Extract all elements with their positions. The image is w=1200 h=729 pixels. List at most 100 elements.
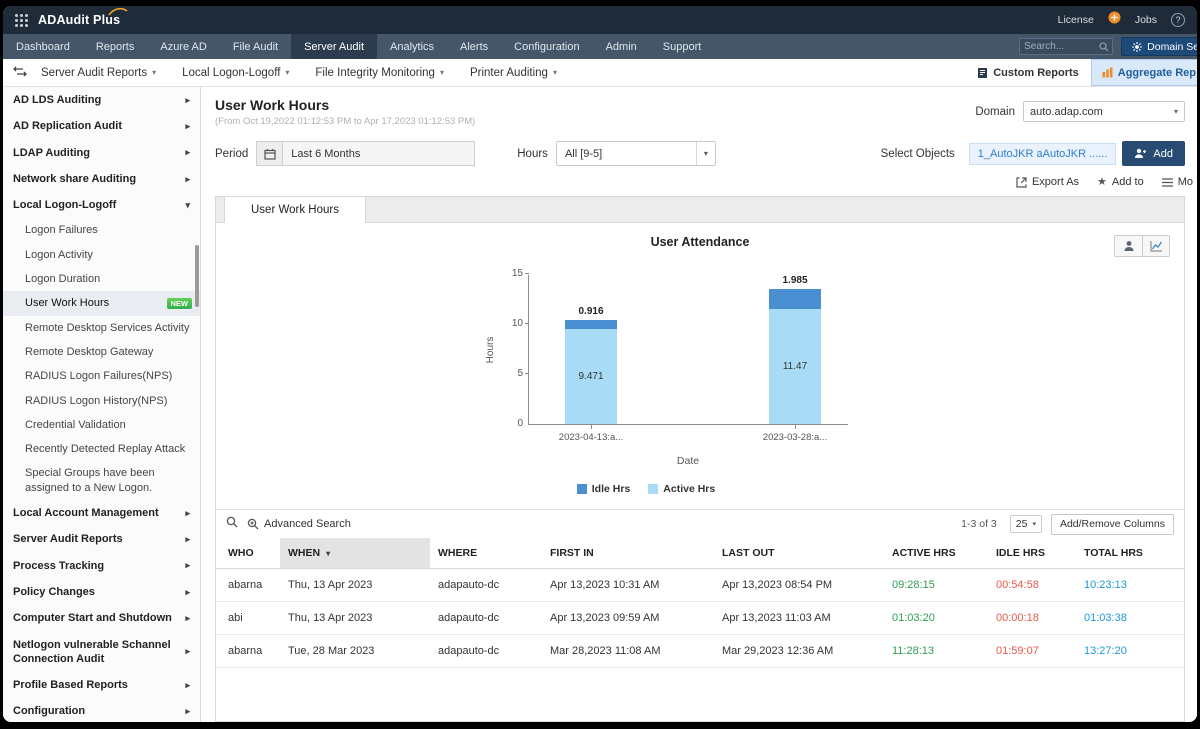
nav-tab-reports[interactable]: Reports <box>83 34 148 59</box>
app-logo[interactable]: ADAudit Plus <box>38 7 128 27</box>
add-button[interactable]: Add <box>1122 141 1185 166</box>
export-as-button[interactable]: Export As <box>1016 176 1079 188</box>
custom-reports-button[interactable]: Custom Reports <box>977 67 1079 79</box>
sidebar-item-label: Logon Activity <box>25 248 93 261</box>
report-date-range: (From Oct 19,2022 01:12:53 PM to Apr 17,… <box>215 116 476 127</box>
search-input[interactable] <box>1020 41 1095 52</box>
sidebar-item-configuration[interactable]: Configuration ▸ <box>3 698 200 722</box>
calendar-button[interactable] <box>256 141 284 166</box>
sort-icon: ▾ <box>326 549 331 558</box>
domain-settings-button[interactable]: Domain Set <box>1121 37 1197 56</box>
bar-2023-03-28-a[interactable]: 1.985 11.47 <box>769 275 821 424</box>
sidebar-item-server-audit-reports[interactable]: Server Audit Reports ▸ <box>3 526 200 552</box>
nav-tab-server-audit[interactable]: Server Audit <box>291 34 377 59</box>
add-to-button[interactable]: ★ Add to <box>1097 176 1144 188</box>
nav-tab-configuration[interactable]: Configuration <box>501 34 592 59</box>
column-header-where[interactable]: WHERE <box>430 538 542 569</box>
period-input[interactable]: Last 6 Months <box>283 141 476 166</box>
aggregate-reports-button[interactable]: Aggregate Rep <box>1090 59 1197 86</box>
tab-user-work-hours[interactable]: User Work Hours <box>224 197 366 223</box>
sidebar-item-ldap-auditing[interactable]: LDAP Auditing ▸ <box>3 140 200 166</box>
sidebar-item-recently-detected-replay-attack[interactable]: Recently Detected Replay Attack <box>3 437 200 461</box>
table-cell: abarna <box>216 568 280 602</box>
person-icon <box>1124 241 1133 251</box>
sidebar-item-local-account-management[interactable]: Local Account Management ▸ <box>3 500 200 526</box>
hours-select[interactable]: All [9-5] ▾ <box>555 141 716 166</box>
sidebar-item-ad-replication-audit[interactable]: AD Replication Audit ▸ <box>3 113 200 139</box>
column-header-label: WHERE <box>438 547 478 559</box>
advanced-search-button[interactable]: Advanced Search <box>247 518 351 530</box>
sidebar-item-radius-logon-history-nps[interactable]: RADIUS Logon History(NPS) <box>3 389 200 413</box>
sidebar-item-credential-validation[interactable]: Credential Validation <box>3 413 200 437</box>
subnav-local-logon-logoff[interactable]: Local Logon-Logoff ▾ <box>182 67 289 79</box>
sidebar-item-ad-lds-auditing[interactable]: AD LDS Auditing ▸ <box>3 87 200 113</box>
sidebar-item-remote-desktop-services-activity[interactable]: Remote Desktop Services Activity <box>3 316 200 340</box>
column-header-when[interactable]: WHEN ▾ <box>280 538 430 569</box>
promo-icon[interactable] <box>1108 11 1121 29</box>
sidebar-item-network-share-auditing[interactable]: Network share Auditing ▸ <box>3 166 200 192</box>
column-header-who[interactable]: WHO <box>216 538 280 569</box>
pagination-label: 1-3 of 3 <box>961 518 997 530</box>
sidebar-item-label: Remote Desktop Services Activity <box>25 321 190 334</box>
sidebar-item-radius-logon-failures-nps[interactable]: RADIUS Logon Failures(NPS) <box>3 364 200 388</box>
sidebar-item-logon-activity[interactable]: Logon Activity <box>3 243 200 267</box>
column-header-total-hrs[interactable]: TOTAL HRS <box>1076 538 1184 569</box>
column-header-active-hrs[interactable]: ACTIVE HRS <box>884 538 988 569</box>
sidebar-item-profile-based-reports[interactable]: Profile Based Reports ▸ <box>3 672 200 698</box>
more-button[interactable]: Mo <box>1161 176 1193 188</box>
apps-grid-icon[interactable] <box>15 13 28 27</box>
search-icon[interactable] <box>226 515 238 533</box>
sidebar-item-user-work-hours[interactable]: User Work Hours NEW <box>3 291 200 316</box>
page-title: User Work Hours <box>215 97 330 113</box>
table-cell: 01:03:38 <box>1076 601 1184 635</box>
global-search[interactable] <box>1019 38 1114 55</box>
person-add-icon <box>1135 148 1147 158</box>
subnav-printer-auditing[interactable]: Printer Auditing ▾ <box>470 67 557 79</box>
column-header-last-out[interactable]: LAST OUT <box>714 538 884 569</box>
chart-view-button[interactable] <box>1142 236 1169 256</box>
nav-tab-dashboard[interactable]: Dashboard <box>3 34 83 59</box>
active-value-label: 11.47 <box>782 361 808 373</box>
add-remove-columns-button[interactable]: Add/Remove Columns <box>1050 513 1174 535</box>
table-row[interactable]: abi Thu, 13 Apr 2023 adapauto-dc Apr 13,202… <box>216 601 1184 635</box>
sidebar-item-process-tracking[interactable]: Process Tracking ▸ <box>3 553 200 579</box>
help-icon[interactable]: ? <box>1171 13 1185 27</box>
nav-tab-admin[interactable]: Admin <box>593 34 650 59</box>
chart-title: User Attendance <box>650 235 750 249</box>
column-header-first-in[interactable]: FIRST IN <box>542 538 714 569</box>
selected-objects-link[interactable]: 1_AutoJKR aAutoJKR ...... <box>968 142 1117 165</box>
sidebar-item-computer-start-and-shutdown[interactable]: Computer Start and Shutdown ▸ <box>3 605 200 631</box>
x-axis-label: Date <box>676 455 700 467</box>
jobs-link[interactable]: Jobs <box>1135 14 1157 26</box>
table-row[interactable]: abarna Thu, 13 Apr 2023 adapauto-dc Apr 13,… <box>216 568 1184 602</box>
page-size-select[interactable]: 25 ▾ <box>1009 515 1042 533</box>
subnav-server-audit-reports[interactable]: Server Audit Reports ▾ <box>41 67 156 79</box>
sidebar-item-local-logon-logoff[interactable]: Local Logon-Logoff ▾ <box>3 192 200 218</box>
sidebar-item-special-groups-have-been-assigned-to-a-new-logon[interactable]: Special Groups have been assigned to a N… <box>3 461 200 500</box>
chevron-right-icon: ▸ <box>185 147 190 158</box>
toggle-reports-icon[interactable] <box>13 66 27 80</box>
table-cell: adapauto-dc <box>430 568 542 602</box>
sidebar-item-label: AD Replication Audit <box>13 120 122 133</box>
column-header-idle-hrs[interactable]: IDLE HRS <box>988 538 1076 569</box>
sidebar-scrollbar[interactable] <box>195 245 199 307</box>
nav-tab-analytics[interactable]: Analytics <box>377 34 447 59</box>
nav-tab-support[interactable]: Support <box>650 34 715 59</box>
sidebar-item-policy-changes[interactable]: Policy Changes ▸ <box>3 579 200 605</box>
table-row[interactable]: abarna Tue, 28 Mar 2023 adapauto-dc Mar 28,… <box>216 634 1184 668</box>
chevron-right-icon: ▸ <box>185 560 190 571</box>
nav-tab-azure-ad[interactable]: Azure AD <box>147 34 219 59</box>
sidebar-item-logon-failures[interactable]: Logon Failures <box>3 218 200 242</box>
subnav-label: Local Logon-Logoff <box>182 66 281 79</box>
nav-tab-alerts[interactable]: Alerts <box>447 34 501 59</box>
subnav-file-integrity-monitoring[interactable]: File Integrity Monitoring ▾ <box>315 67 444 79</box>
domain-select[interactable]: auto.adap.com ▾ <box>1023 101 1185 122</box>
license-link[interactable]: License <box>1058 14 1094 26</box>
bar-2023-04-13-a[interactable]: 0.916 9.471 <box>565 306 617 424</box>
user-view-button[interactable] <box>1115 236 1142 256</box>
sidebar-item-logon-duration[interactable]: Logon Duration <box>3 267 200 291</box>
sidebar-item-remote-desktop-gateway[interactable]: Remote Desktop Gateway <box>3 340 200 364</box>
sidebar-item-netlogon-vulnerable-schannel-connection-audit[interactable]: Netlogon vulnerable Schannel Connection … <box>3 632 200 673</box>
nav-tab-file-audit[interactable]: File Audit <box>220 34 291 59</box>
chevron-right-icon: ▸ <box>185 679 190 690</box>
